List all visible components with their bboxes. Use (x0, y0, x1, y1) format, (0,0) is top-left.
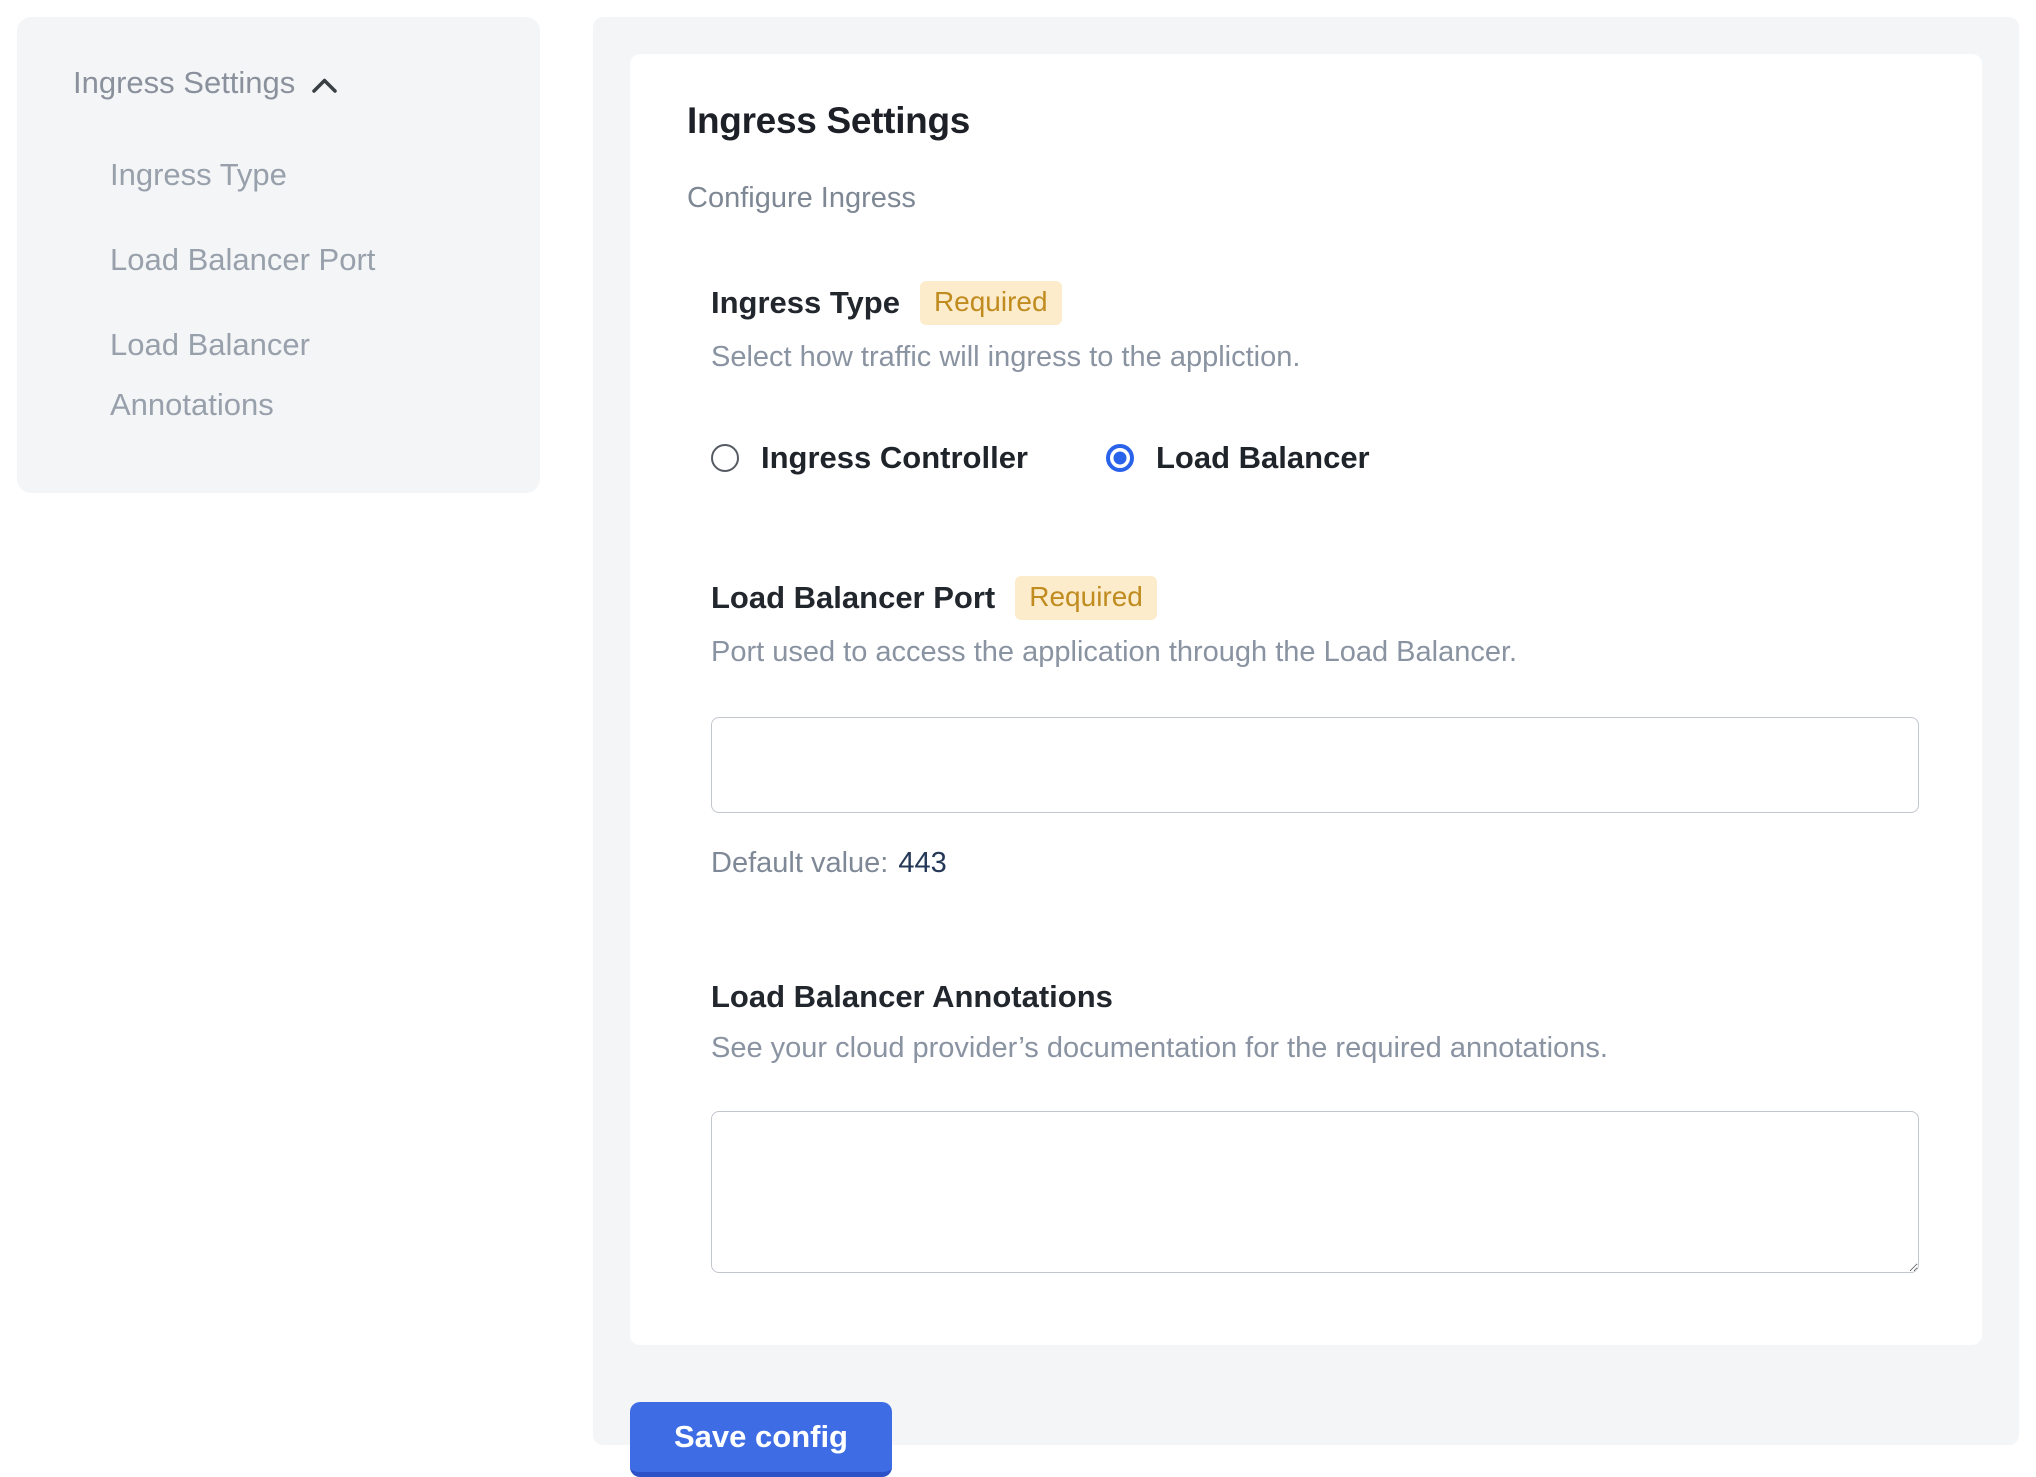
load-balancer-annotations-label: Load Balancer Annotations (711, 978, 1113, 1016)
form-sections: Ingress Type Required Select how traffic… (711, 281, 1919, 1273)
ingress-type-description: Select how traffic will ingress to the a… (711, 337, 1919, 378)
default-value-line: Default value: 443 (711, 847, 1919, 880)
field-load-balancer-port: Load Balancer Port Required Port used to… (711, 576, 1919, 880)
field-label-row: Load Balancer Port Required (711, 576, 1919, 620)
load-balancer-annotations-description: See your cloud provider’s documentation … (711, 1028, 1919, 1069)
load-balancer-port-input[interactable] (711, 717, 1919, 813)
ingress-type-label: Ingress Type (711, 284, 900, 322)
radio-option-ingress-controller[interactable]: Ingress Controller (711, 440, 1028, 476)
required-badge: Required (920, 281, 1062, 325)
sidebar-header-ingress-settings[interactable]: Ingress Settings (73, 63, 490, 103)
radio-option-load-balancer[interactable]: Load Balancer (1106, 440, 1370, 476)
page-title: Ingress Settings (687, 100, 1919, 142)
load-balancer-port-label: Load Balancer Port (711, 579, 995, 617)
sidebar-header-label: Ingress Settings (73, 63, 295, 103)
field-load-balancer-annotations: Load Balancer Annotations See your cloud… (711, 978, 1919, 1273)
page-subtitle: Configure Ingress (687, 182, 1919, 215)
sidebar-item-load-balancer-port[interactable]: Load Balancer Port (110, 230, 470, 290)
field-label-row: Load Balancer Annotations (711, 978, 1919, 1016)
radio-button-ingress-controller[interactable] (711, 444, 739, 472)
ingress-type-radio-group: Ingress Controller Load Balancer (711, 440, 1919, 476)
load-balancer-port-description: Port used to access the application thro… (711, 632, 1919, 673)
chevron-up-icon (311, 77, 338, 94)
field-label-row: Ingress Type Required (711, 281, 1919, 325)
save-config-button[interactable]: Save config (630, 1402, 892, 1477)
ingress-settings-card: Ingress Settings Configure Ingress Ingre… (630, 54, 1982, 1345)
field-ingress-type: Ingress Type Required Select how traffic… (711, 281, 1919, 476)
default-value: 443 (898, 847, 946, 879)
default-value-label: Default value: (711, 847, 888, 879)
required-badge: Required (1015, 576, 1157, 620)
radio-label-load-balancer: Load Balancer (1156, 440, 1370, 476)
main-panel: Ingress Settings Configure Ingress Ingre… (593, 17, 2019, 1445)
radio-label-ingress-controller: Ingress Controller (761, 440, 1028, 476)
sidebar-item-load-balancer-annotations[interactable]: Load Balancer Annotations (110, 315, 470, 435)
radio-button-load-balancer[interactable] (1106, 444, 1134, 472)
sidebar-item-list: Ingress Type Load Balancer Port Load Bal… (110, 145, 490, 435)
sidebar-item-ingress-type[interactable]: Ingress Type (110, 145, 470, 205)
sidebar: Ingress Settings Ingress Type Load Balan… (17, 17, 540, 493)
load-balancer-annotations-textarea[interactable] (711, 1111, 1919, 1273)
